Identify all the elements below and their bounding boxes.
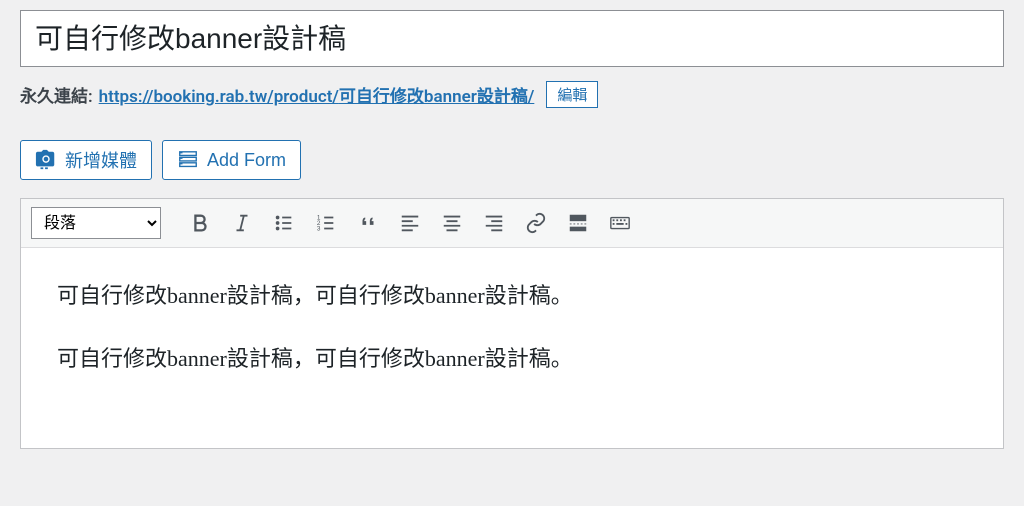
media-buttons-row: 新增媒體 Add Form [20,140,1004,180]
italic-icon [231,212,253,234]
link-icon [525,212,547,234]
permalink-label: 永久連結: [20,82,93,107]
permalink-slug: 可自行修改banner設計稿/ [339,87,534,107]
permalink-row: 永久連結: https://booking.rab.tw/product/可自行… [20,81,1004,108]
link-button[interactable] [517,205,555,241]
permalink-link[interactable]: https://booking.rab.tw/product/可自行修改bann… [99,82,535,107]
editor-container: 段落 123 [20,198,1004,449]
bullet-list-icon [273,212,295,234]
post-title-input[interactable] [20,10,1004,67]
align-center-icon [441,212,463,234]
bullet-list-button[interactable] [265,205,303,241]
align-right-button[interactable] [475,205,513,241]
add-media-label: 新增媒體 [65,147,137,173]
quote-icon [357,212,379,234]
bold-button[interactable] [181,205,219,241]
add-media-button[interactable]: 新增媒體 [20,140,152,180]
align-center-button[interactable] [433,205,471,241]
numbered-list-button[interactable]: 123 [307,205,345,241]
toolbar-toggle-button[interactable] [601,205,639,241]
edit-permalink-button[interactable]: 編輯 [546,81,598,108]
align-left-icon [399,212,421,234]
bold-icon [189,212,211,234]
content-paragraph: 可自行修改banner設計稿，可自行修改banner設計稿。 [57,341,967,376]
form-icon [177,149,199,171]
read-more-icon [567,212,589,234]
add-form-button[interactable]: Add Form [162,140,301,180]
italic-button[interactable] [223,205,261,241]
read-more-button[interactable] [559,205,597,241]
blockquote-button[interactable] [349,205,387,241]
align-right-icon [483,212,505,234]
svg-text:3: 3 [317,226,321,233]
add-form-label: Add Form [207,150,286,171]
content-paragraph: 可自行修改banner設計稿，可自行修改banner設計稿。 [57,278,967,313]
camera-music-icon [35,149,57,171]
align-left-button[interactable] [391,205,429,241]
keyboard-icon [609,212,631,234]
numbered-list-icon: 123 [315,212,337,234]
permalink-base: https://booking.rab.tw/product/ [99,87,339,107]
format-select[interactable]: 段落 [31,207,161,239]
editor-content[interactable]: 可自行修改banner設計稿，可自行修改banner設計稿。 可自行修改bann… [21,248,1003,448]
editor-toolbar: 段落 123 [21,199,1003,248]
